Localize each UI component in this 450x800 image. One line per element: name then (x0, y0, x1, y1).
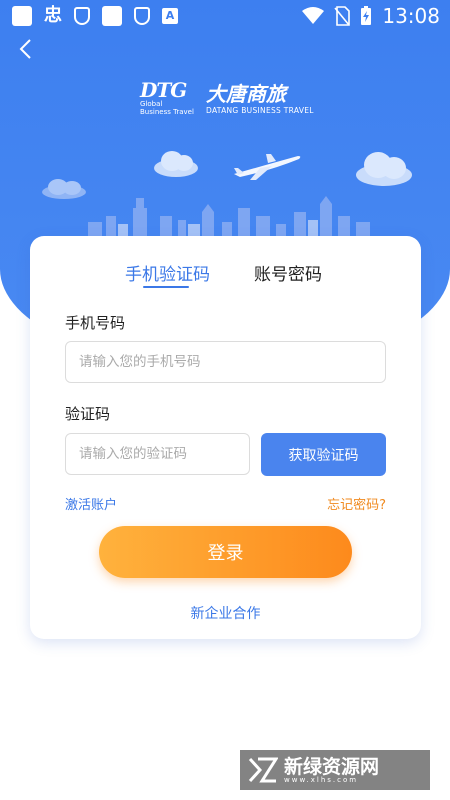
activate-account-link[interactable]: 激活账户 (65, 494, 117, 513)
login-card: 手机验证码 账号密码 手机号码 验证码 获取验证码 激活账户 忘记密码? 登录 … (30, 236, 421, 639)
tab-sms-code[interactable]: 手机验证码 (125, 260, 210, 285)
brand-logo: DTG Global Business Travel 大唐商旅 DATANG B… (140, 78, 320, 120)
watermark: 新绿资源网 www.xlhs.com (240, 750, 430, 790)
forgot-password-link[interactable]: 忘记密码? (327, 494, 386, 513)
watermark-logo-icon (248, 757, 278, 783)
enterprise-cooperation-link[interactable]: 新企业合作 (30, 603, 421, 623)
logo-english-name: DATANG BUSINESS TRAVEL (206, 106, 314, 115)
battery-charging-icon (361, 6, 372, 25)
app-glyph-icon: 忠 (44, 5, 62, 26)
watermark-text: 新绿资源网 (284, 756, 380, 778)
logo-chinese-name: 大唐商旅 (206, 82, 286, 106)
active-tab-indicator (143, 286, 189, 288)
wifi-icon (302, 7, 325, 24)
code-input[interactable] (65, 433, 250, 475)
city-skyline-illustration (88, 196, 370, 238)
notification-square-icon (12, 6, 32, 26)
status-bar: 忠 A 13:08 (0, 0, 450, 32)
watermark-url: www.xlhs.com (284, 776, 359, 784)
shield-icon (74, 7, 90, 25)
font-icon: A (162, 8, 178, 24)
back-arrow-icon[interactable] (16, 38, 36, 60)
airplane-icon (234, 154, 301, 180)
no-sim-icon (334, 6, 351, 26)
logo-mark: DTG (140, 78, 187, 102)
shield-icon (134, 7, 150, 25)
phone-label: 手机号码 (65, 314, 126, 332)
get-code-button[interactable]: 获取验证码 (261, 433, 386, 476)
cloud-icon (154, 151, 198, 177)
logo-subtitle: Global Business Travel (140, 100, 194, 116)
cloud-icon (356, 152, 412, 186)
login-button[interactable]: 登录 (99, 526, 352, 578)
phone-input[interactable] (65, 341, 386, 383)
tab-account-password[interactable]: 账号密码 (254, 260, 322, 285)
code-label: 验证码 (65, 405, 111, 423)
notification-square-icon (102, 6, 122, 26)
clock: 13:08 (382, 4, 440, 28)
